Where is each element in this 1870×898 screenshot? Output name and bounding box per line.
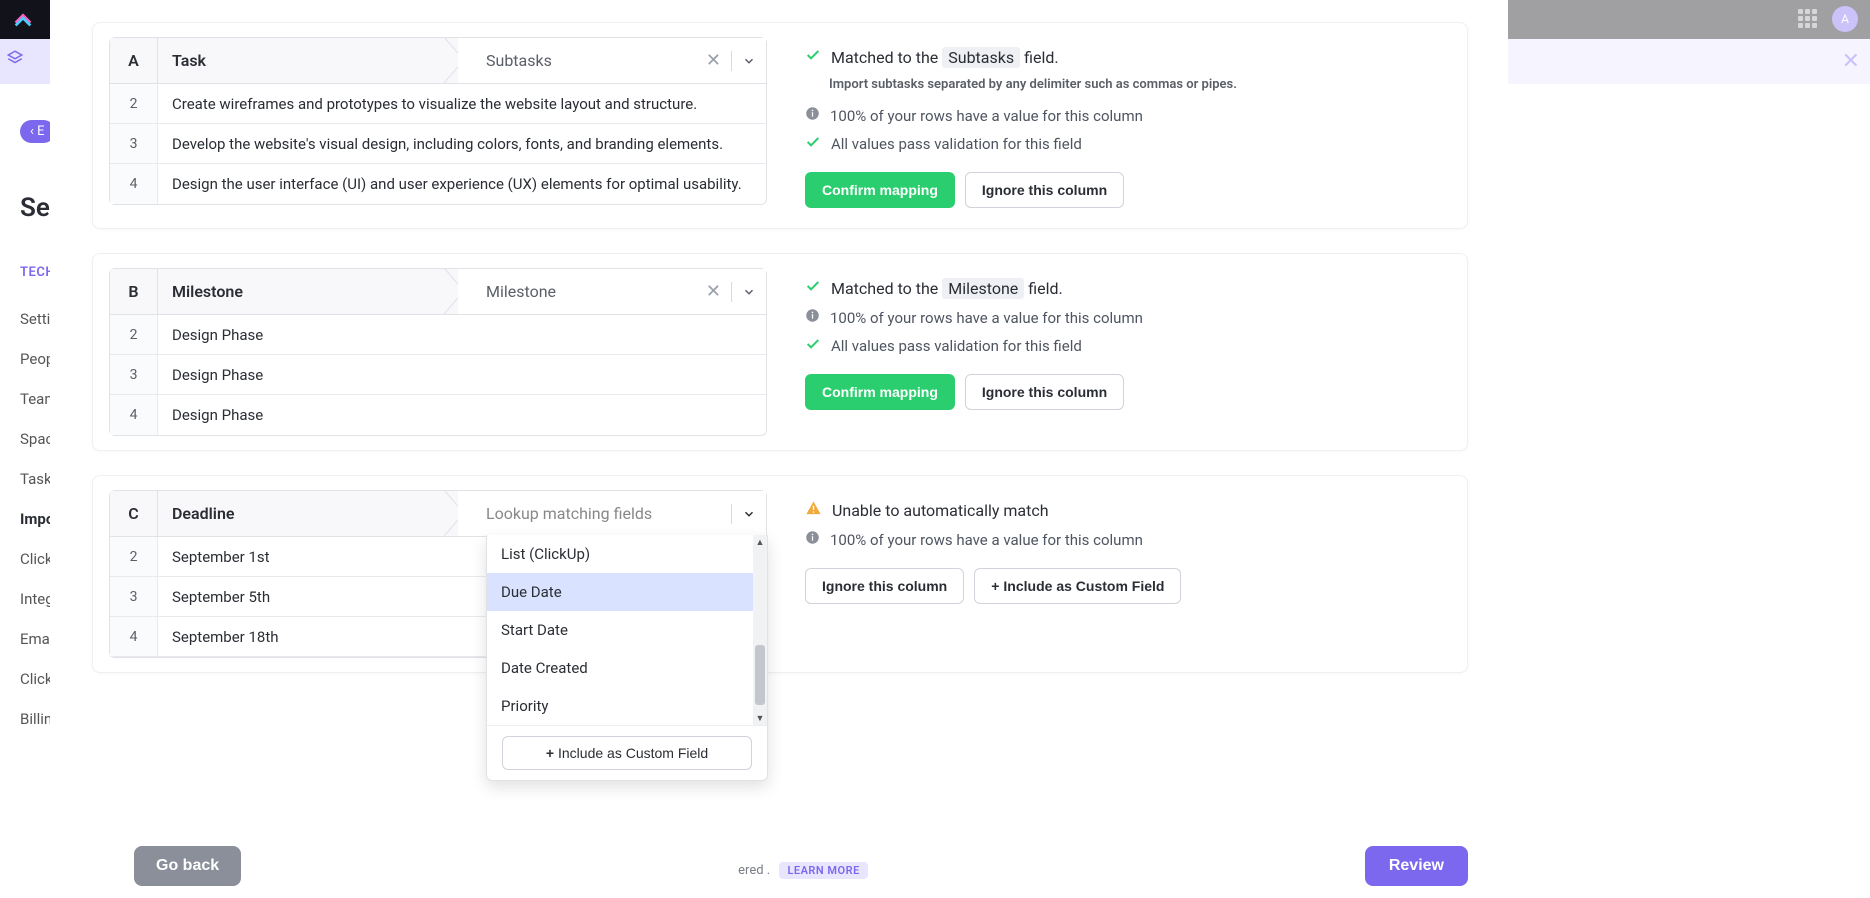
table-row: 3Develop the website's visual design, in… <box>110 124 766 164</box>
ignore-column-button[interactable]: Ignore this column <box>965 374 1124 410</box>
dropdown-option[interactable]: Start Date <box>487 611 767 649</box>
go-back-button[interactable]: Go back <box>134 846 241 886</box>
mapping-card-milestone: B Milestone Milestone ✕ <box>92 253 1468 451</box>
mapping-card-task: A Task Subtasks ✕ <box>92 22 1468 229</box>
mapping-card-deadline: C Deadline Lookup matching fields <box>92 475 1468 673</box>
scroll-up-icon[interactable]: ▲ <box>753 535 767 549</box>
chevron-down-icon[interactable] <box>742 54 756 68</box>
plus-icon: + <box>991 578 999 594</box>
column-name: Task <box>158 38 458 83</box>
dropdown-option[interactable]: Due Date <box>487 573 767 611</box>
table-row: 4Design Phase <box>110 395 766 435</box>
preview-table: B Milestone Milestone ✕ <box>109 268 767 436</box>
dropdown-option[interactable]: Priority <box>487 687 767 725</box>
check-icon <box>805 278 821 298</box>
column-letter: C <box>110 491 158 536</box>
learn-more-link[interactable]: LEARN MORE <box>779 862 867 879</box>
dropdown-option[interactable]: List (ClickUp) <box>487 535 767 573</box>
info-icon <box>805 308 820 327</box>
ignore-column-button[interactable]: Ignore this column <box>965 172 1124 208</box>
mapping-select[interactable]: Lookup matching fields <box>458 491 766 536</box>
plus-icon: + <box>546 745 554 761</box>
table-row: 2Create wireframes and prototypes to vis… <box>110 84 766 124</box>
warning-icon <box>805 500 822 521</box>
chevron-down-icon[interactable] <box>742 507 756 521</box>
field-lookup-dropdown[interactable]: List (ClickUp) Due Date Start Date Date … <box>486 535 768 781</box>
include-custom-field-button[interactable]: +Include as Custom Field <box>502 736 752 770</box>
confirm-mapping-button[interactable]: Confirm mapping <box>805 374 955 410</box>
mapping-select[interactable]: Milestone ✕ <box>458 269 766 314</box>
info-icon <box>805 106 820 125</box>
info-icon <box>805 530 820 549</box>
sub-note: Import subtasks separated by any delimit… <box>829 77 1439 92</box>
clear-icon[interactable]: ✕ <box>706 50 721 71</box>
preview-table: C Deadline Lookup matching fields <box>109 490 767 658</box>
mapping-select[interactable]: Subtasks ✕ <box>458 38 766 83</box>
clickup-logo-icon <box>12 8 34 30</box>
ignore-column-button[interactable]: Ignore this column <box>805 568 964 604</box>
dropdown-option[interactable]: Date Created <box>487 649 767 687</box>
confirm-mapping-button[interactable]: Confirm mapping <box>805 172 955 208</box>
check-icon <box>805 134 821 154</box>
column-name: Milestone <box>158 269 458 314</box>
table-row: 2Design Phase <box>110 315 766 355</box>
chevron-down-icon[interactable] <box>742 285 756 299</box>
scrollbar[interactable]: ▲ ▼ <box>753 535 767 725</box>
scroll-down-icon[interactable]: ▼ <box>753 711 767 725</box>
check-icon <box>805 47 821 67</box>
include-custom-field-button[interactable]: +Include as Custom Field <box>974 568 1181 604</box>
table-row: 3Design Phase <box>110 355 766 395</box>
footer-note: ered . LEARN MORE <box>738 863 868 886</box>
column-letter: B <box>110 269 158 314</box>
clear-icon[interactable]: ✕ <box>706 281 721 302</box>
check-icon <box>805 336 821 356</box>
column-name: Deadline <box>158 491 458 536</box>
column-letter: A <box>110 38 158 83</box>
preview-table: A Task Subtasks ✕ <box>109 37 767 205</box>
layers-icon[interactable] <box>6 49 24 71</box>
table-row: 4Design the user interface (UI) and user… <box>110 164 766 204</box>
import-mapping-modal: A Task Subtasks ✕ <box>50 0 1508 898</box>
review-button[interactable]: Review <box>1365 846 1468 886</box>
